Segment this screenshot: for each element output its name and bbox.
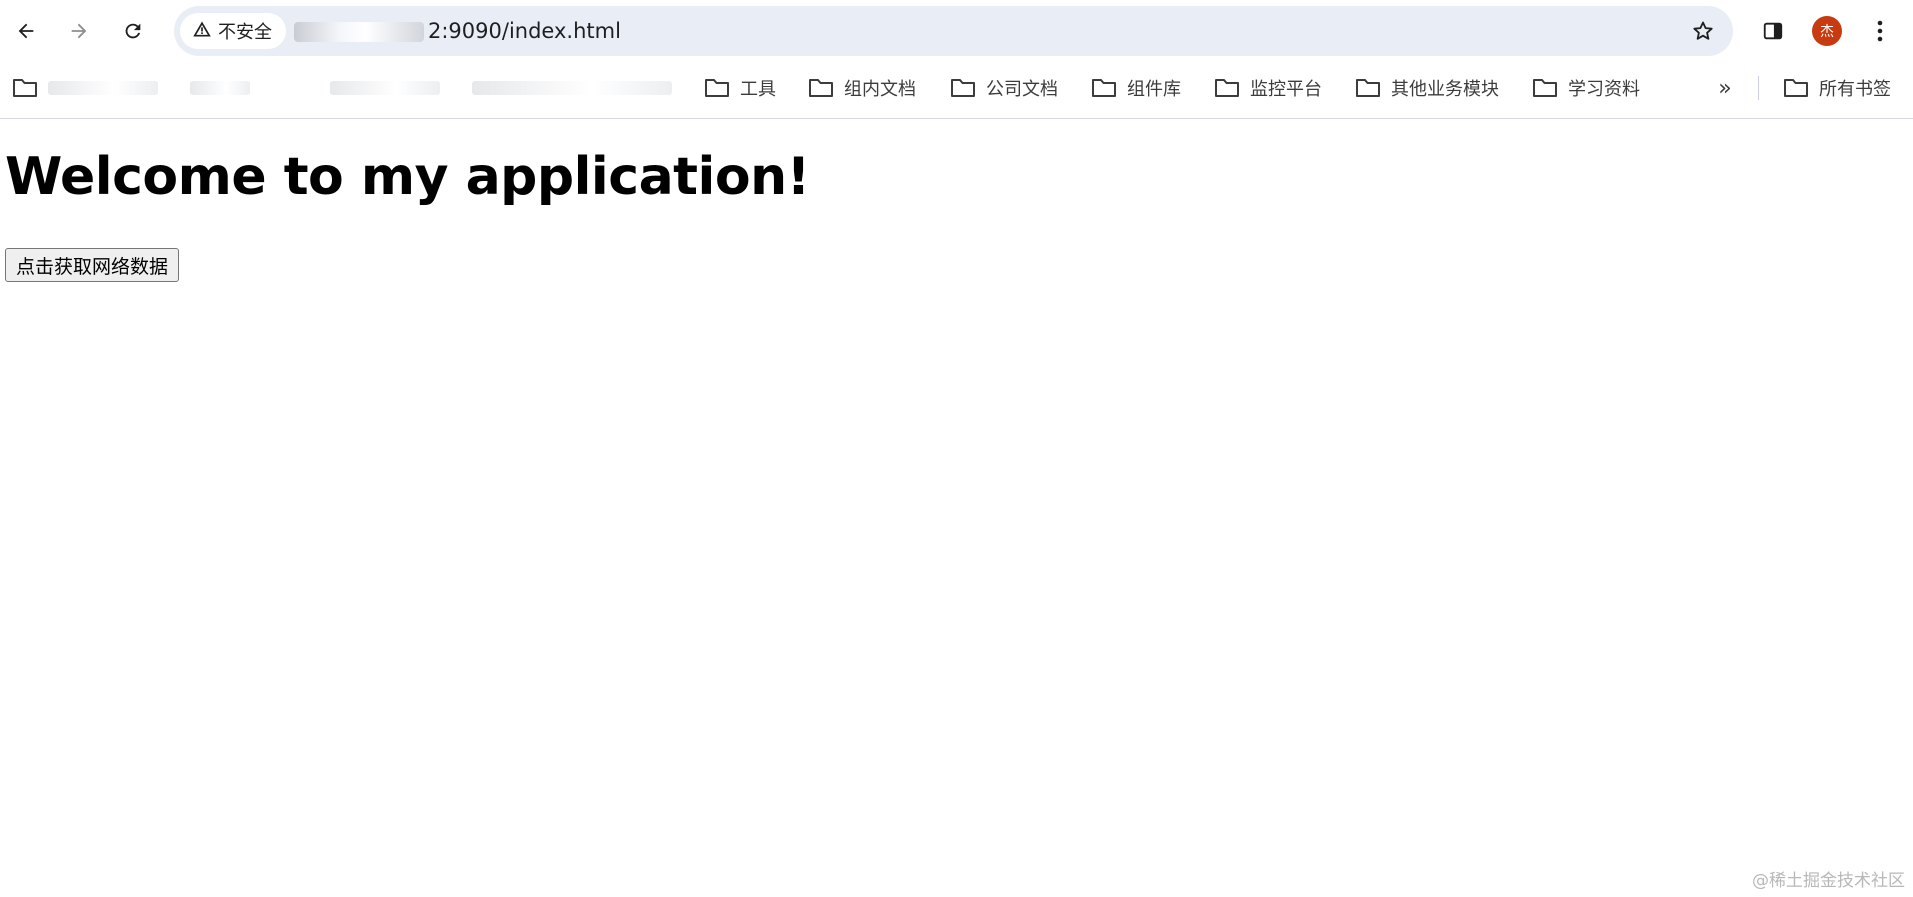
bookmarks-divider [1758,76,1759,100]
bookmark-label: 其他业务模块 [1391,79,1499,100]
bookmark-label: 公司文档 [986,79,1058,100]
profile-avatar[interactable]: 杰 [1812,16,1842,46]
fetch-data-button[interactable]: 点击获取网络数据 [5,248,180,282]
folder-icon [1215,79,1239,97]
browser-toolbar: 不安全 2:9090/index.html 杰 [0,0,1913,62]
folder-icon [1784,79,1808,97]
bookmark-folder-components[interactable]: 组件库 [1091,68,1181,108]
address-bar[interactable]: 不安全 2:9090/index.html [174,6,1733,56]
bookmark-label: 学习资料 [1568,79,1640,100]
page-heading: Welcome to my application! [5,147,810,207]
kebab-menu-icon[interactable] [1862,13,1898,49]
bookmark-label: 组件库 [1127,79,1181,100]
warning-triangle-icon [192,19,212,44]
side-panel-icon[interactable] [1755,13,1791,49]
security-chip[interactable]: 不安全 [180,13,286,49]
page-content: Welcome to my application! 点击获取网络数据 @稀土掘… [0,119,1913,897]
folder-icon [13,79,37,97]
all-bookmarks-label: 所有书签 [1819,79,1891,100]
all-bookmarks-button[interactable]: 所有书签 [1783,68,1891,108]
security-label: 不安全 [218,22,272,43]
folder-icon [1092,79,1116,97]
bookmark-label-obscured [472,81,672,95]
url-obscured-region [294,22,424,42]
folder-icon [809,79,833,97]
bookmark-label: 工具 [740,79,776,100]
bookmark-folder-team-docs[interactable]: 组内文档 [808,68,916,108]
folder-icon [1533,79,1557,97]
back-arrow-icon[interactable] [8,13,44,49]
bookmark-label-obscured [190,81,250,95]
bookmark-label-obscured [48,81,158,95]
bookmark-folder[interactable] [330,68,440,108]
chevron-double-right-icon[interactable]: » [1710,68,1740,108]
folder-icon [705,79,729,97]
folder-icon [1356,79,1380,97]
bookmark-label: 监控平台 [1250,79,1322,100]
watermark-text: @稀土掘金技术社区 [1752,871,1905,891]
url-text[interactable]: 2:9090/index.html [294,6,621,56]
bookmark-folder-company-docs[interactable]: 公司文档 [950,68,1058,108]
bookmark-folder-other-modules[interactable]: 其他业务模块 [1355,68,1499,108]
forward-arrow-icon[interactable] [61,13,97,49]
bookmark-folder[interactable] [190,68,250,108]
bookmark-folder-learning[interactable]: 学习资料 [1532,68,1640,108]
bookmarks-bar: 工具 组内文档 公司文档 组件库 监控平台 其他业务模块 学习资料 所有书签 [0,68,1913,108]
bookmark-folder-tools[interactable]: 工具 [704,68,776,108]
star-icon[interactable] [1685,13,1721,49]
bookmark-folder[interactable] [472,68,672,108]
url-visible-text: 2:9090/index.html [428,19,621,43]
bookmark-label-obscured [330,81,440,95]
bookmark-folder-monitoring[interactable]: 监控平台 [1214,68,1322,108]
bookmark-label: 组内文档 [844,79,916,100]
bookmark-folder[interactable] [12,68,158,108]
browser-chrome: 不安全 2:9090/index.html 杰 工具 组内文档 公司文档 组件库… [0,0,1913,119]
reload-icon[interactable] [115,13,151,49]
folder-icon [951,79,975,97]
